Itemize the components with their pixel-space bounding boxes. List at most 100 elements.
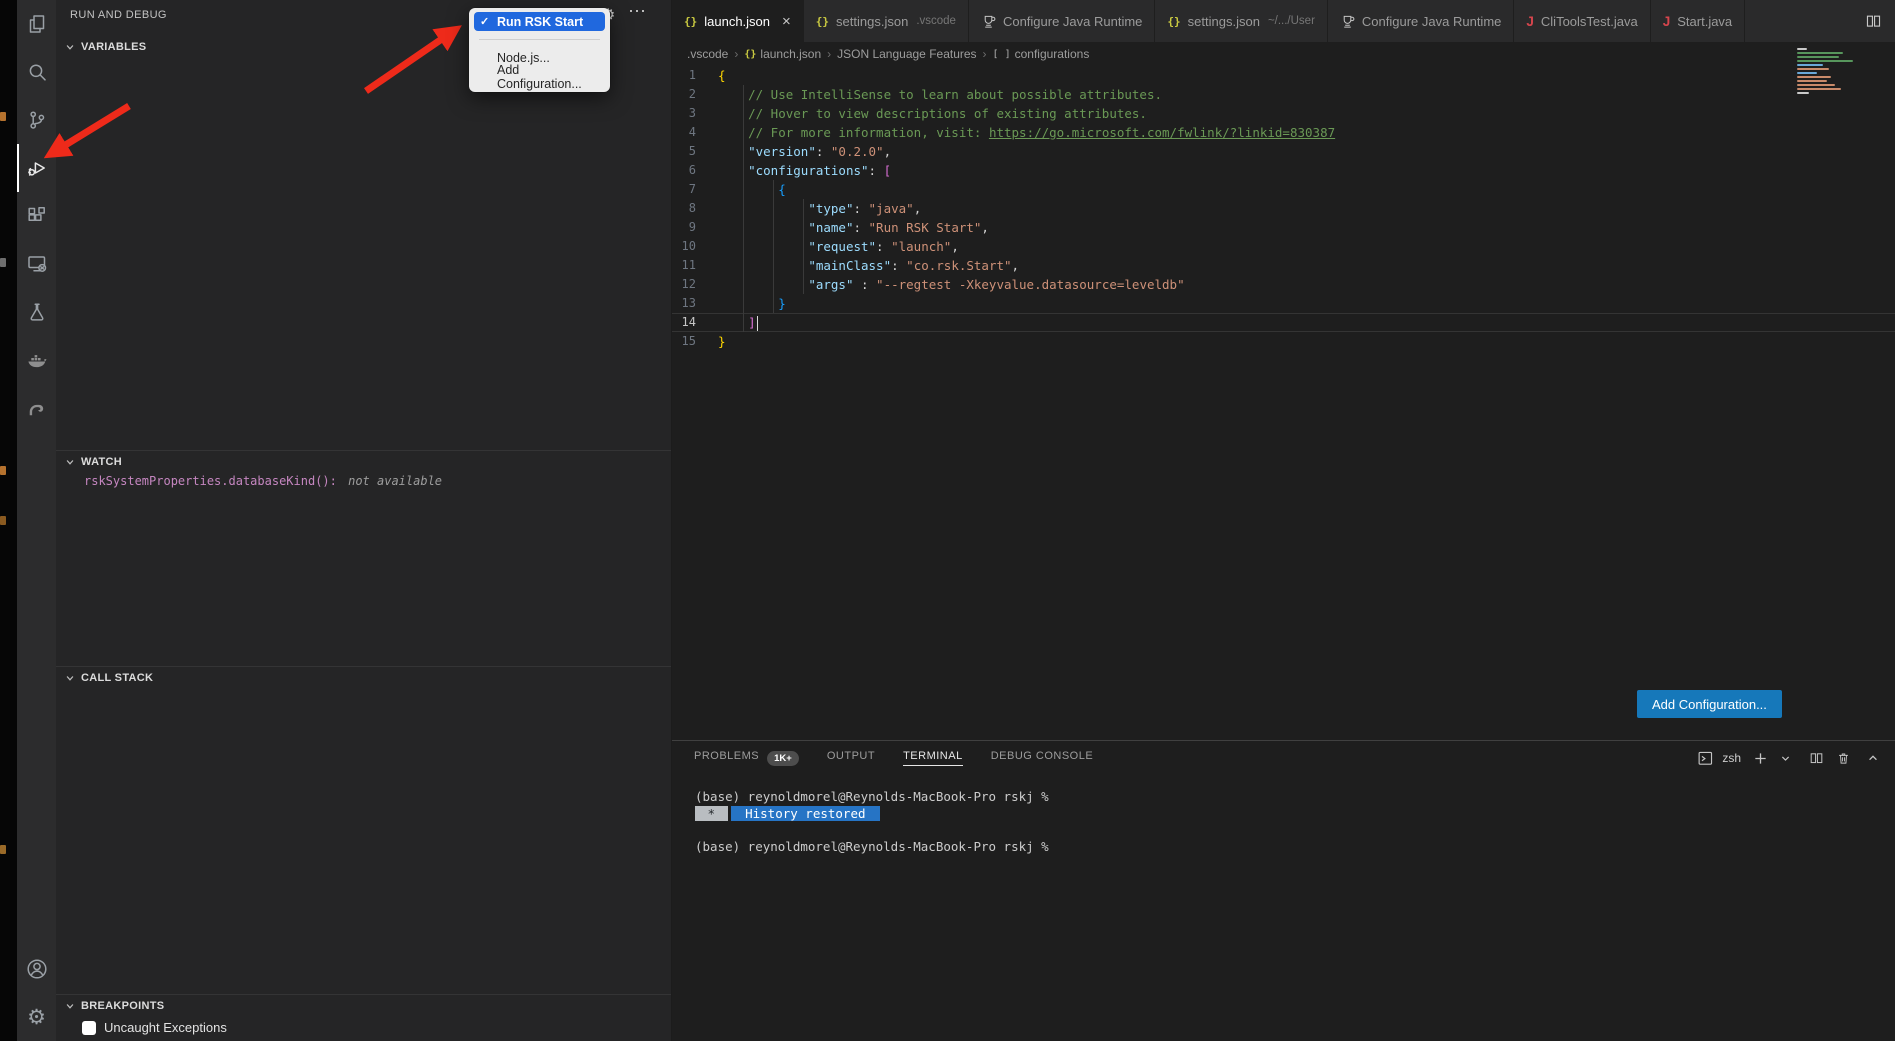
activity-docker-icon[interactable] (17, 336, 56, 384)
minimap-mark (1797, 84, 1835, 86)
activity-remote-explorer-icon[interactable] (17, 240, 56, 288)
code-line: 8 "type": "java", (672, 199, 1895, 218)
breadcrumb-item[interactable]: JSON Language Features (837, 47, 976, 61)
bottom-panel: PROBLEMS1K+ OUTPUT TERMINAL DEBUG CONSOLE z… (672, 740, 1895, 1041)
tab-configure-java-runtime[interactable]: Configure Java Runtime (1328, 0, 1514, 42)
minimap[interactable] (1797, 48, 1881, 96)
java-file-icon: J (1663, 14, 1671, 29)
watch-expression: rskSystemProperties.databaseKind(): (84, 474, 337, 488)
menu-item-add-configuration-[interactable]: Add Configuration... (474, 67, 605, 86)
tab-clitoolstest-java[interactable]: JCliToolsTest.java (1514, 0, 1650, 42)
minimap-mark (1797, 60, 1853, 62)
panel-actions: zsh (1697, 750, 1895, 767)
more-actions-icon[interactable]: ⋯ (628, 1, 647, 22)
java-file-icon: J (1526, 14, 1534, 29)
breadcrumb-item[interactable]: {}launch.json (744, 47, 821, 61)
code-line: 5 "version": "0.2.0", (672, 142, 1895, 161)
array-brackets-icon: [ ] (993, 49, 1011, 60)
activity-explorer-icon[interactable] (17, 0, 56, 48)
breakpoints-section-header[interactable]: BREAKPOINTS (56, 994, 671, 1016)
json-braces-icon: {} (744, 49, 756, 60)
terminal-line: (base) reynoldmorel@Reynolds-MacBook-Pro… (695, 839, 1049, 856)
tab-settings-json[interactable]: {}settings.json~/.../User (1155, 0, 1328, 42)
json-braces-icon: {} (1167, 15, 1180, 28)
code-line: 14 ] (672, 313, 1895, 332)
code-editor[interactable]: 1{2 // Use IntelliSense to learn about p… (672, 66, 1895, 351)
activity-gradle-icon[interactable] (17, 384, 56, 432)
code-line: 15} (672, 332, 1895, 351)
indent-guide (803, 199, 804, 294)
activity-source-control-icon[interactable] (17, 96, 56, 144)
minimap-mark (1797, 48, 1807, 50)
menu-item-label: Run RSK Start (497, 15, 583, 29)
close-icon[interactable]: × (782, 14, 791, 29)
line-number: 2 (672, 85, 718, 104)
activity-testing-icon[interactable] (17, 288, 56, 336)
panel-tab-output[interactable]: OUTPUT (827, 750, 875, 766)
breadcrumb-item[interactable]: .vscode (687, 47, 728, 61)
indent-guide (743, 85, 744, 332)
panel-tab-label: PROBLEMS (694, 750, 759, 766)
run-and-debug-sidebar: RUN AND DEBUG ⚙ ⋯ VARIABLES WATCH rskSys… (56, 0, 672, 1041)
code-line: 2 // Use IntelliSense to learn about pos… (672, 85, 1895, 104)
breadcrumb-item[interactable]: [ ] configurations (993, 47, 1090, 61)
terminal-line (695, 822, 1049, 839)
background-artifact (0, 258, 6, 267)
breadcrumb-label: configurations (1015, 47, 1090, 61)
line-number: 1 (672, 66, 718, 85)
breakpoints-label: BREAKPOINTS (81, 1000, 164, 1012)
panel-tab-terminal[interactable]: TERMINAL (903, 750, 963, 766)
background-artifact (0, 112, 6, 121)
terminal-dropdown-chevron-icon[interactable] (1780, 753, 1791, 764)
panel-tab-debug-console[interactable]: DEBUG CONSOLE (991, 750, 1093, 766)
new-terminal-icon[interactable] (1753, 751, 1768, 766)
line-number: 9 (672, 218, 718, 237)
activity-extensions-icon[interactable] (17, 192, 56, 240)
code-line: 10 "request": "launch", (672, 237, 1895, 256)
activity-accounts-icon[interactable] (17, 945, 56, 993)
tab-label: settings.json (836, 14, 908, 29)
tab-settings-json[interactable]: {}settings.json.vscode (804, 0, 969, 42)
line-number: 11 (672, 256, 718, 275)
uncaught-exceptions-label: Uncaught Exceptions (104, 1020, 227, 1035)
shell-name: zsh (1722, 751, 1741, 765)
vscode-window: ⚙ RUN AND DEBUG ⚙ ⋯ VARIABLES WATCH rskS… (0, 0, 1895, 1041)
line-number: 7 (672, 180, 718, 199)
tab-start-java[interactable]: J Start.java (1651, 0, 1745, 42)
line-number: 4 (672, 123, 718, 142)
panel-tab-problems[interactable]: PROBLEMS1K+ (694, 750, 799, 766)
call-stack-label: CALL STACK (81, 672, 153, 684)
terminal-output[interactable]: (base) reynoldmorel@Reynolds-MacBook-Pro… (695, 789, 1049, 855)
tab-label: settings.json (1188, 14, 1260, 29)
line-number: 10 (672, 237, 718, 256)
chevron-down-icon (65, 1001, 75, 1011)
activity-settings-icon[interactable]: ⚙ (17, 993, 56, 1041)
add-configuration-button[interactable]: Add Configuration... (1637, 690, 1782, 718)
breadcrumb: .vscode›{}launch.json›JSON Language Feat… (672, 42, 1895, 66)
maximize-panel-chevron-icon[interactable] (1867, 752, 1879, 764)
background-window-strip (0, 0, 17, 1041)
tab-configure-java-runtime[interactable]: Configure Java Runtime (969, 0, 1155, 42)
call-stack-section-header[interactable]: CALL STACK (56, 666, 671, 688)
activity-run-and-debug-icon[interactable] (17, 144, 56, 192)
minimap-mark (1797, 68, 1829, 70)
panel-tab-label: DEBUG CONSOLE (991, 750, 1093, 766)
minimap-mark (1797, 64, 1823, 66)
tab-label: Start.java (1677, 14, 1732, 29)
terminal-line: * History restored (695, 806, 1049, 823)
watch-section-header[interactable]: WATCH (56, 450, 671, 472)
split-terminal-icon[interactable] (1809, 751, 1824, 766)
terminal-line: (base) reynoldmorel@Reynolds-MacBook-Pro… (695, 789, 1049, 806)
indent-guide (773, 180, 774, 313)
menu-item-run-rsk-start[interactable]: ✓Run RSK Start (474, 12, 605, 31)
uncaught-exceptions-checkbox[interactable] (82, 1021, 96, 1035)
tab-label: Configure Java Runtime (1362, 14, 1501, 29)
kill-terminal-trash-icon[interactable] (1836, 751, 1851, 766)
activity-search-icon[interactable] (17, 48, 56, 96)
code-line: 7 { (672, 180, 1895, 199)
activity-bar-spacer (17, 432, 56, 945)
tab-launch-json[interactable]: {}launch.json× (672, 0, 804, 42)
split-editor-icon[interactable] (1852, 13, 1895, 30)
breadcrumb-separator: › (983, 47, 987, 61)
watch-expression-row[interactable]: rskSystemProperties.databaseKind(): not … (84, 474, 442, 488)
